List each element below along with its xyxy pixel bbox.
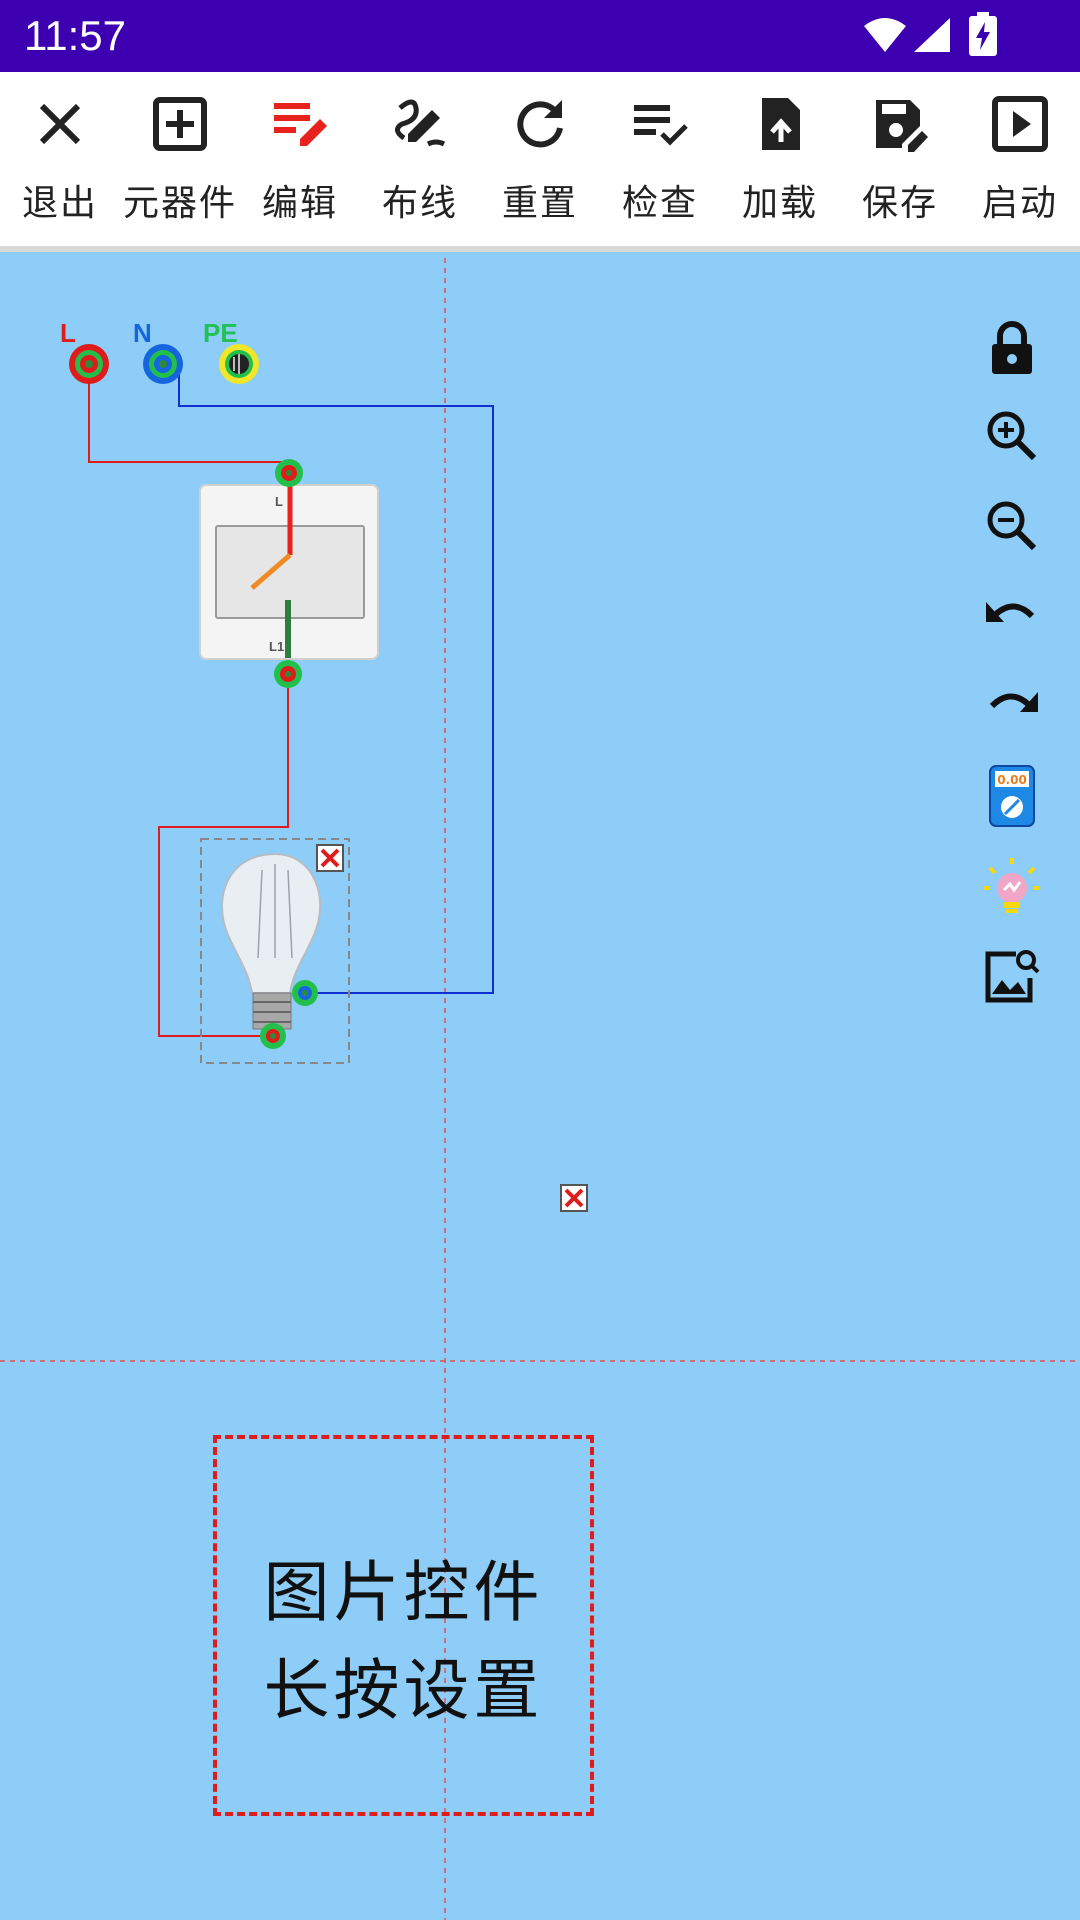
lock-icon [992, 321, 1032, 374]
zoom-in-button[interactable] [980, 404, 1044, 468]
check-label: 检查 [621, 183, 698, 224]
image-widget[interactable]: 图片控件 长按设置 [213, 1435, 594, 1816]
load-label: 加载 [741, 183, 818, 224]
save-edit-icon [876, 100, 928, 152]
wall-switch[interactable] [199, 480, 379, 660]
image-widget-line2: 长按设置 [263, 1652, 544, 1729]
image-widget-delete-icon[interactable] [559, 1183, 589, 1213]
bulb-tip-button[interactable] [980, 854, 1044, 918]
multimeter-button[interactable]: 0.00 [980, 764, 1044, 828]
bulb-tip-icon [984, 858, 1040, 913]
bulb-delete-icon[interactable] [315, 843, 345, 873]
switch-label-l: L [275, 494, 283, 509]
save-button[interactable]: 保存 [840, 72, 960, 246]
multimeter-display: 0.00 [997, 773, 1027, 787]
wiring-label: 布线 [381, 183, 458, 224]
upload-file-icon [762, 98, 800, 150]
wifi-icon [864, 18, 906, 52]
reset-label: 重置 [501, 183, 578, 224]
play-icon [992, 96, 1048, 152]
multimeter-icon: 0.00 [989, 765, 1035, 827]
start-button[interactable]: 启动 [960, 72, 1080, 246]
components-button[interactable]: 元器件 [120, 72, 240, 246]
draw-wire-icon [395, 99, 446, 147]
image-search-button[interactable] [980, 944, 1044, 1008]
edit-label: 编辑 [261, 183, 338, 224]
terminal-l[interactable] [67, 342, 111, 386]
switch-terminal-top[interactable] [274, 458, 304, 488]
image-widget-line1: 图片控件 [263, 1554, 544, 1631]
wiring-button[interactable]: 布线 [360, 72, 480, 246]
undo-button[interactable] [980, 582, 1044, 646]
zoom-in-icon [987, 411, 1037, 461]
edit-button[interactable]: 编辑 [240, 72, 360, 246]
battery-charging-icon [969, 12, 997, 56]
image-search-icon [985, 950, 1040, 1003]
checklist-icon [634, 105, 688, 146]
status-time: 11:57 [24, 12, 126, 59]
zoom-out-icon [987, 501, 1037, 551]
lock-button[interactable] [980, 316, 1044, 380]
terminal-n[interactable] [141, 342, 185, 386]
bulb-terminal-live[interactable] [259, 1022, 287, 1050]
redo-button[interactable] [980, 672, 1044, 736]
load-button[interactable]: 加载 [720, 72, 840, 246]
switch-label-l1: L1 [269, 639, 285, 654]
redo-icon [989, 692, 1038, 712]
reset-button[interactable]: 重置 [480, 72, 600, 246]
undo-icon [986, 602, 1035, 622]
terminal-pe[interactable] [217, 342, 261, 386]
components-label: 元器件 [122, 183, 237, 224]
edit-list-icon [274, 103, 327, 146]
add-box-icon [153, 97, 207, 151]
switch-terminal-bottom[interactable] [273, 659, 303, 689]
bulb-terminal-neutral[interactable] [291, 979, 319, 1007]
close-icon [39, 103, 81, 145]
circuit-canvas[interactable]: L N PE L L1 图片控件 长按设置 0.00 [0, 258, 1080, 1920]
toolbar: 退出 元器件 编辑 布线 重置 检查 加载 保存 启动 [0, 72, 1080, 252]
zoom-out-button[interactable] [980, 494, 1044, 558]
start-label: 启动 [981, 183, 1058, 224]
status-bar: 11:57 [0, 0, 1080, 72]
check-button[interactable]: 检查 [600, 72, 720, 246]
exit-button[interactable]: 退出 [0, 72, 120, 246]
save-label: 保存 [861, 183, 938, 224]
refresh-icon [517, 100, 563, 148]
exit-label: 退出 [21, 183, 98, 224]
signal-icon [914, 18, 950, 52]
